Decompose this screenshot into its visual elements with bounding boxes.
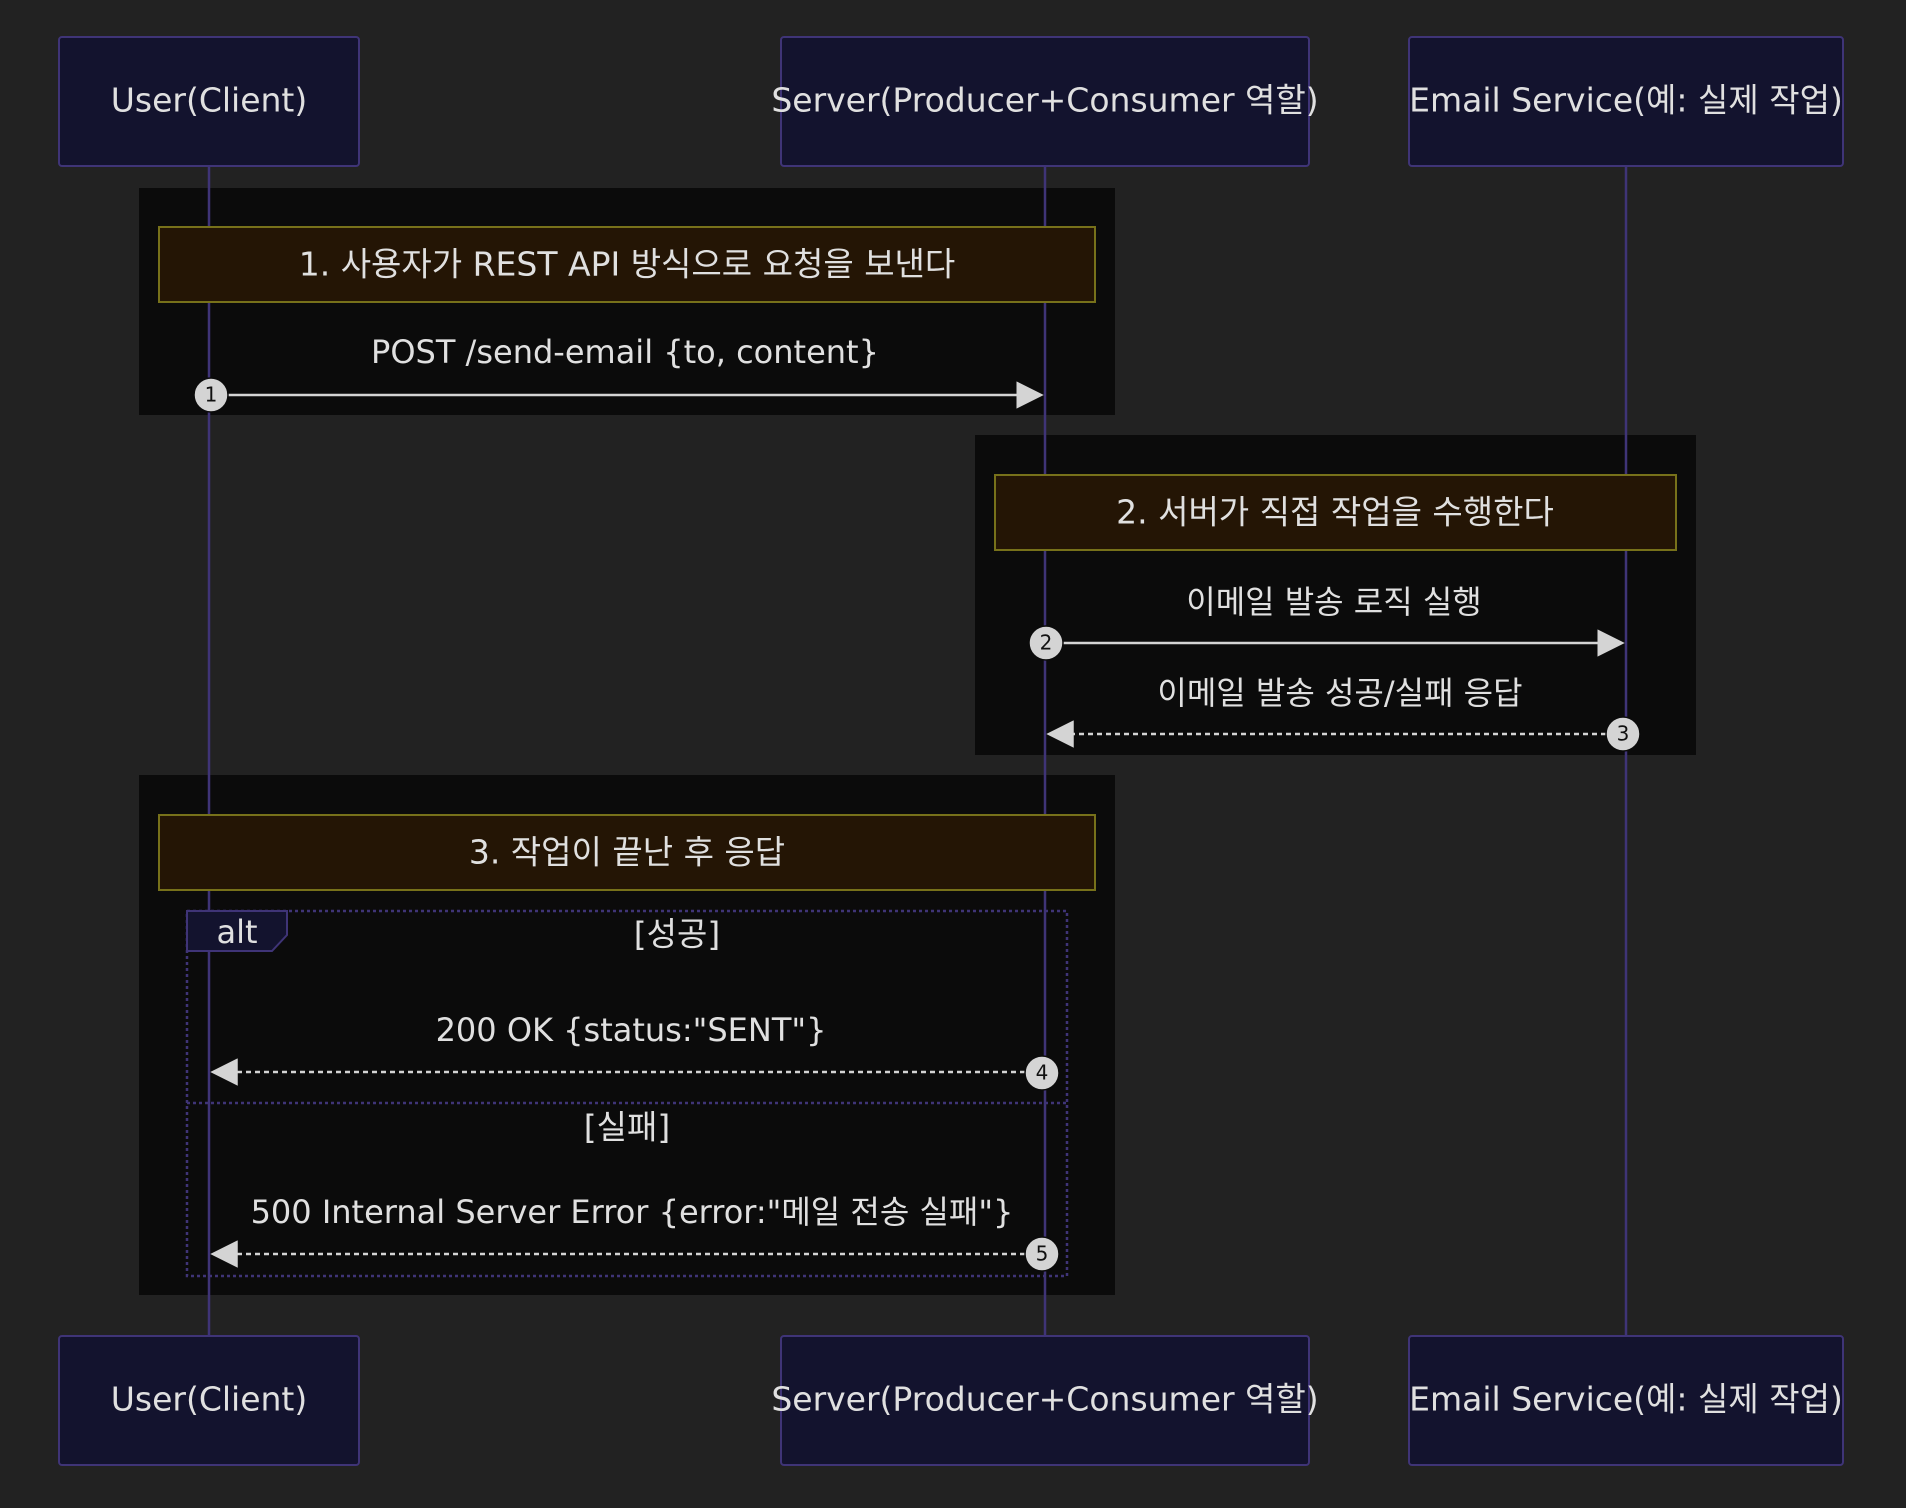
alt-label: alt [216,913,257,951]
note-step-1: 1. 사용자가 REST API 방식으로 요청을 보낸다 [158,226,1096,303]
sequence-diagram: User(Client) Server(Producer+Consumer 역할… [58,36,1844,1466]
actor-user-top: User(Client) [58,36,360,167]
message-label: 200 OK {status:"SENT"} [436,1011,827,1049]
alt-guard-failure: [실패] [584,1108,670,1147]
actor-label: Email Service(예: 실제 작업) [1409,81,1843,120]
sequence-number: 5 [1036,1242,1049,1266]
actor-label: Server(Producer+Consumer 역할) [771,81,1318,120]
sequence-number: 3 [1617,722,1630,746]
note-step-3: 3. 작업이 끝난 후 응답 [158,814,1096,891]
message-label: 이메일 발송 로직 실행 [1186,583,1481,621]
actor-label: User(Client) [111,1380,308,1419]
actor-label: User(Client) [111,81,308,120]
alt-guard-success: [성공] [634,915,720,954]
message-label: 500 Internal Server Error {error:"메일 전송 … [251,1193,1014,1231]
note-text: 2. 서버가 직접 작업을 수행한다 [1116,493,1554,532]
sequence-number: 4 [1036,1061,1049,1085]
message-label: 이메일 발송 성공/실패 응답 [1157,674,1522,712]
sequence-number: 2 [1040,631,1053,655]
actor-server-bottom: Server(Producer+Consumer 역할) [771,1335,1319,1466]
actor-server-top: Server(Producer+Consumer 역할) [771,36,1319,167]
note-text: 3. 작업이 끝난 후 응답 [469,833,785,872]
note-text: 1. 사용자가 REST API 방식으로 요청을 보낸다 [299,245,956,284]
note-step-2: 2. 서버가 직접 작업을 수행한다 [994,474,1677,551]
sequence-number: 1 [205,383,218,407]
actor-email-top: Email Service(예: 실제 작업) [1408,36,1844,167]
message-label: POST /send-email {to, content} [371,333,879,371]
actor-label: Email Service(예: 실제 작업) [1409,1380,1843,1419]
actor-user-bottom: User(Client) [58,1335,360,1466]
actor-label: Server(Producer+Consumer 역할) [771,1380,1318,1419]
actor-email-bottom: Email Service(예: 실제 작업) [1408,1335,1844,1466]
